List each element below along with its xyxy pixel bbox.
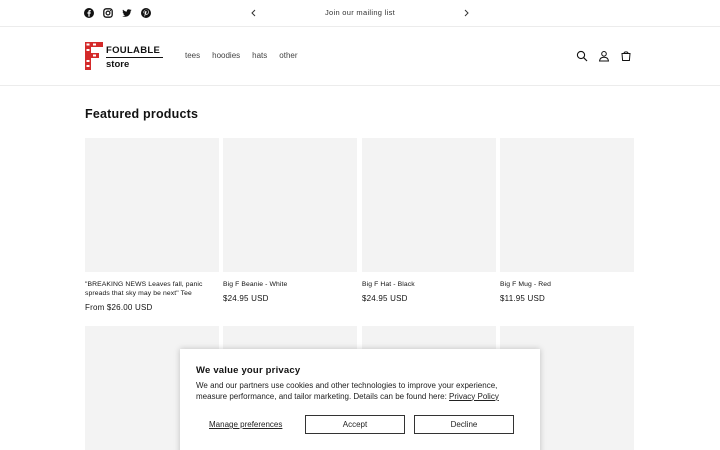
product-price: $11.95 USD: [500, 294, 545, 303]
announcement-text[interactable]: Join our mailing list: [300, 8, 420, 17]
product-image-placeholder[interactable]: [85, 138, 219, 272]
product-price: From $26.00 USD: [85, 303, 153, 312]
chevron-left-icon[interactable]: [249, 8, 259, 18]
product-price: $24.95 USD: [223, 294, 269, 303]
chevron-right-icon[interactable]: [461, 8, 471, 18]
cart-icon[interactable]: [620, 50, 632, 62]
privacy-policy-link[interactable]: Privacy Policy: [449, 392, 499, 401]
logo-subtext: store: [106, 59, 130, 70]
search-icon[interactable]: [576, 50, 588, 62]
nav-tees[interactable]: tees: [185, 51, 200, 60]
instagram-icon[interactable]: [103, 8, 113, 18]
store-logo[interactable]: FOULABLE store: [85, 42, 165, 72]
product-card[interactable]: Big F Hat - Black $24.95 USD: [362, 138, 496, 303]
announcement-bar: Join our mailing list: [0, 0, 720, 27]
account-icon[interactable]: [598, 50, 610, 62]
product-image-placeholder[interactable]: [362, 138, 496, 272]
nav-other[interactable]: other: [279, 51, 297, 60]
product-title[interactable]: Big F Mug - Red: [500, 280, 634, 289]
foulable-logo-icon: [85, 42, 103, 70]
pinterest-icon[interactable]: [141, 8, 151, 18]
consent-text: We and our partners use cookies and othe…: [196, 381, 528, 402]
product-price: $24.95 USD: [362, 294, 408, 303]
product-image-placeholder[interactable]: [223, 138, 357, 272]
product-card[interactable]: Big F Mug - Red $11.95 USD: [500, 138, 634, 303]
facebook-icon[interactable]: [84, 8, 94, 18]
product-title[interactable]: "BREAKING NEWS Leaves fall, panic spread…: [85, 280, 219, 298]
cookie-consent-banner: We value your privacy We and our partner…: [180, 349, 540, 450]
decline-button[interactable]: Decline: [414, 415, 514, 434]
product-image-placeholder[interactable]: [500, 138, 634, 272]
product-title[interactable]: Big F Hat - Black: [362, 280, 496, 289]
manage-preferences-link[interactable]: Manage preferences: [209, 420, 282, 429]
accept-button[interactable]: Accept: [305, 415, 405, 434]
product-title[interactable]: Big F Beanie - White: [223, 280, 357, 289]
site-header: FOULABLE store tees hoodies hats other: [0, 28, 720, 86]
product-card[interactable]: "BREAKING NEWS Leaves fall, panic spread…: [85, 138, 219, 312]
product-card[interactable]: Big F Beanie - White $24.95 USD: [223, 138, 357, 303]
logo-divider: [106, 57, 163, 58]
section-title: Featured products: [85, 107, 199, 121]
nav-hats[interactable]: hats: [252, 51, 267, 60]
main-nav: tees hoodies hats other: [185, 51, 298, 60]
logo-wordmark: FOULABLE: [106, 45, 161, 56]
twitter-icon[interactable]: [122, 8, 132, 18]
consent-title: We value your privacy: [196, 365, 301, 376]
nav-hoodies[interactable]: hoodies: [212, 51, 240, 60]
